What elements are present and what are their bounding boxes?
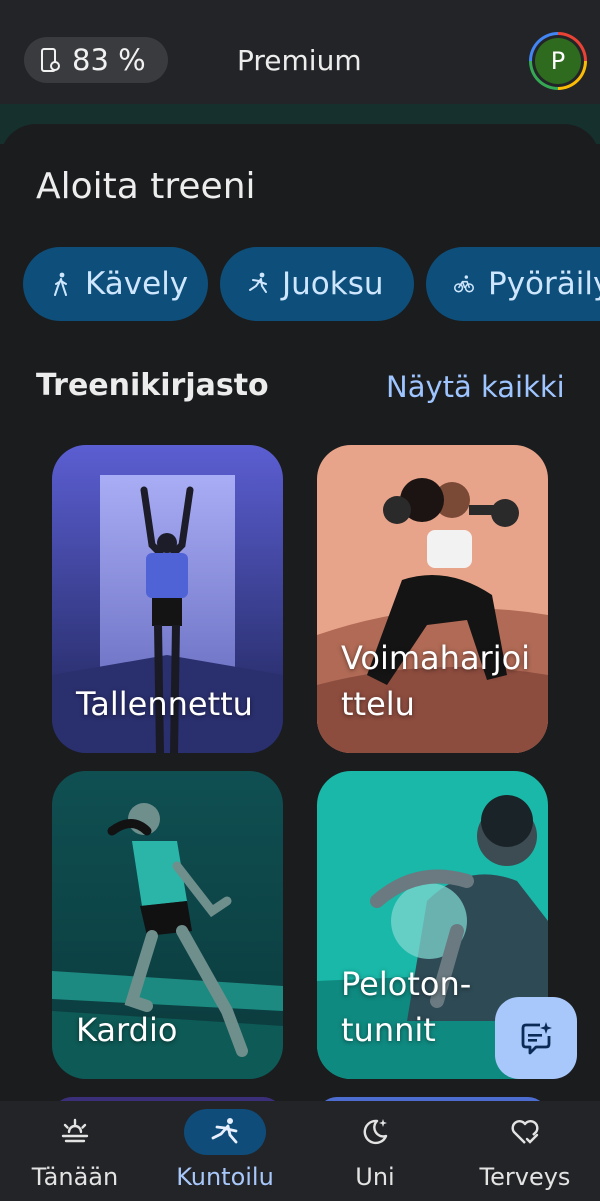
card-cardio[interactable]: Kardio <box>52 771 283 1079</box>
nav-health[interactable]: Terveys <box>450 1101 600 1201</box>
chip-walk[interactable]: Kävely <box>23 247 208 321</box>
chip-label: Pyöräily <box>488 266 600 302</box>
avatar: P <box>535 38 581 84</box>
walk-icon <box>54 272 67 296</box>
active-indicator <box>184 1109 266 1155</box>
card-label: Tallennettu <box>76 685 253 723</box>
moon-icon <box>363 1119 388 1145</box>
chip-label: Juoksu <box>282 266 384 302</box>
nav-label: Kuntoilu <box>176 1163 274 1191</box>
watch-battery-icon <box>41 48 60 72</box>
nav-label: Tänään <box>31 1163 119 1191</box>
nav-fitness[interactable]: Kuntoilu <box>150 1101 300 1201</box>
device-battery-chip[interactable]: 83 % <box>24 37 168 83</box>
heart-check-icon <box>511 1120 539 1144</box>
sunrise-icon <box>61 1118 89 1143</box>
workout-chips-row: Kävely Juoksu Pyöräily <box>0 247 600 323</box>
ai-chat-icon <box>521 1022 552 1055</box>
card-strength[interactable]: Voimaharjoi ttelu <box>317 445 548 753</box>
see-all-link[interactable]: Näytä kaikki <box>386 370 565 404</box>
premium-label[interactable]: Premium <box>237 44 362 77</box>
account-avatar-button[interactable]: P <box>529 32 587 90</box>
nav-label: Terveys <box>479 1163 571 1191</box>
chip-bike[interactable]: Pyöräily <box>426 247 600 321</box>
nav-today[interactable]: Tänään <box>0 1101 150 1201</box>
battery-percent: 83 % <box>72 43 146 77</box>
card-saved[interactable]: Tallennettu <box>52 445 283 753</box>
card-label: Kardio <box>76 1011 178 1049</box>
bike-icon <box>454 275 474 293</box>
chip-label: Kävely <box>85 266 189 302</box>
chip-run[interactable]: Juoksu <box>220 247 414 321</box>
start-workout-title: Aloita treeni <box>36 166 256 207</box>
library-title: Treenikirjasto <box>36 368 269 403</box>
ai-chat-fab[interactable] <box>495 997 577 1079</box>
run-icon <box>249 272 267 293</box>
nav-sleep[interactable]: Uni <box>300 1101 450 1201</box>
card-label: Voimaharjoi ttelu <box>341 639 531 723</box>
nav-label: Uni <box>355 1163 395 1191</box>
bottom-navigation: Tänään Kuntoilu Uni Terveys <box>0 1101 600 1201</box>
run-icon <box>211 1118 238 1144</box>
